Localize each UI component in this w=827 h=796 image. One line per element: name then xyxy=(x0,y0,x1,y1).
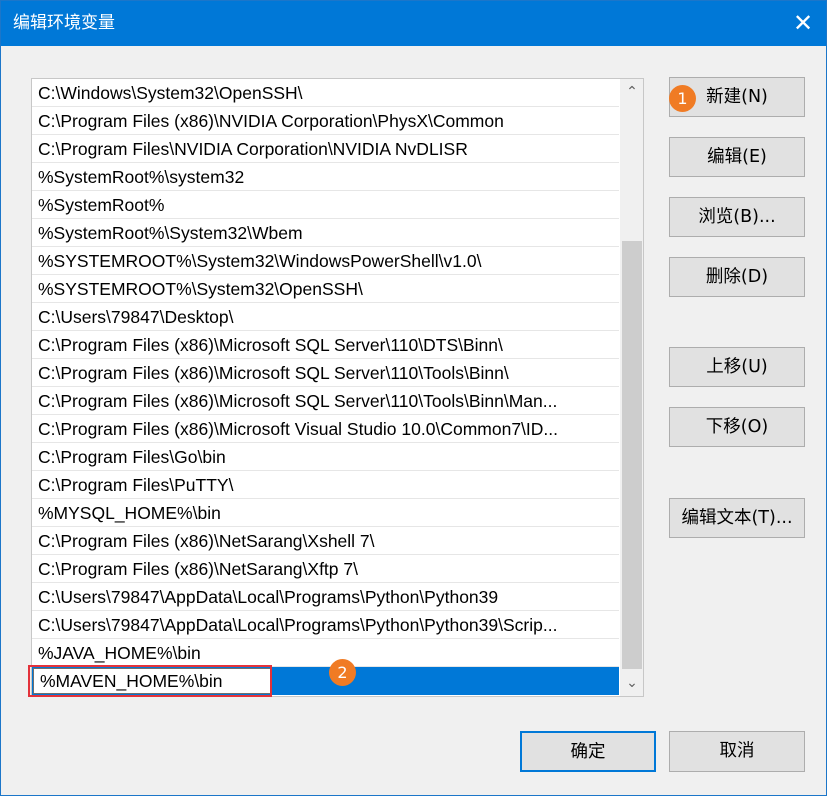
delete-button[interactable]: 删除(D) xyxy=(669,257,805,297)
path-list-item[interactable]: C:\Program Files\NVIDIA Corporation\NVID… xyxy=(32,135,619,163)
vertical-scrollbar[interactable]: ⌃ ⌄ xyxy=(620,79,643,696)
move-down-button[interactable]: 下移(O) xyxy=(669,407,805,447)
path-list-item[interactable]: %SystemRoot%\system32 xyxy=(32,163,619,191)
path-list-item[interactable]: C:\Program Files\Go\bin xyxy=(32,443,619,471)
path-list[interactable]: C:\Windows\System32\OpenSSH\ C:\Program F… xyxy=(31,78,644,697)
scroll-down-icon[interactable]: ⌄ xyxy=(620,670,643,696)
path-list-item[interactable]: C:\Program Files (x86)\NVIDIA Corporatio… xyxy=(32,107,619,135)
path-list-item[interactable]: C:\Users\79847\AppData\Local\Programs\Py… xyxy=(32,611,619,639)
path-list-item[interactable]: C:\Users\79847\AppData\Local\Programs\Py… xyxy=(32,583,619,611)
cancel-button[interactable]: 取消 xyxy=(669,731,805,772)
annotation-marker-2: 2 xyxy=(329,659,356,686)
move-up-button[interactable]: 上移(U) xyxy=(669,347,805,387)
edit-environment-variable-dialog: 编辑环境变量 ✕ C:\Windows\System32\OpenSSH\ C:\… xyxy=(0,0,827,796)
close-icon[interactable]: ✕ xyxy=(780,1,826,46)
path-list-item[interactable]: C:\Program Files (x86)\NetSarang\Xftp 7\ xyxy=(32,555,619,583)
path-list-item[interactable]: C:\Program Files (x86)\Microsoft SQL Ser… xyxy=(32,359,619,387)
annotation-marker-1: 1 xyxy=(669,85,696,112)
dialog-title: 编辑环境变量 xyxy=(13,13,115,33)
edit-button[interactable]: 编辑(E) xyxy=(669,137,805,177)
scroll-up-icon[interactable]: ⌃ xyxy=(620,79,643,105)
path-list-item[interactable]: C:\Windows\System32\OpenSSH\ xyxy=(32,79,619,107)
path-list-item[interactable]: %SYSTEMROOT%\System32\WindowsPowerShell\… xyxy=(32,247,619,275)
title-bar: 编辑环境变量 ✕ xyxy=(1,1,826,46)
path-list-item[interactable]: C:\Program Files (x86)\Microsoft SQL Ser… xyxy=(32,331,619,359)
scroll-thumb[interactable] xyxy=(622,241,642,669)
path-list-rows: C:\Windows\System32\OpenSSH\ C:\Program F… xyxy=(32,79,619,695)
path-list-item[interactable]: %SYSTEMROOT%\System32\OpenSSH\ xyxy=(32,275,619,303)
path-list-item[interactable]: %MYSQL_HOME%\bin xyxy=(32,499,619,527)
path-list-item[interactable]: %SystemRoot%\System32\Wbem xyxy=(32,219,619,247)
path-list-item[interactable]: %SystemRoot% xyxy=(32,191,619,219)
path-list-item[interactable]: C:\Program Files\PuTTY\ xyxy=(32,471,619,499)
annotation-highlight-box xyxy=(28,665,272,697)
ok-button[interactable]: 确定 xyxy=(520,731,656,772)
browse-button[interactable]: 浏览(B)... xyxy=(669,197,805,237)
path-list-item[interactable]: %JAVA_HOME%\bin xyxy=(32,639,619,667)
path-list-item[interactable]: C:\Program Files (x86)\NetSarang\Xshell … xyxy=(32,527,619,555)
path-list-item[interactable]: C:\Users\79847\Desktop\ xyxy=(32,303,619,331)
path-list-item[interactable]: C:\Program Files (x86)\Microsoft SQL Ser… xyxy=(32,387,619,415)
edit-text-button[interactable]: 编辑文本(T)... xyxy=(669,498,805,538)
path-list-item[interactable]: C:\Program Files (x86)\Microsoft Visual … xyxy=(32,415,619,443)
